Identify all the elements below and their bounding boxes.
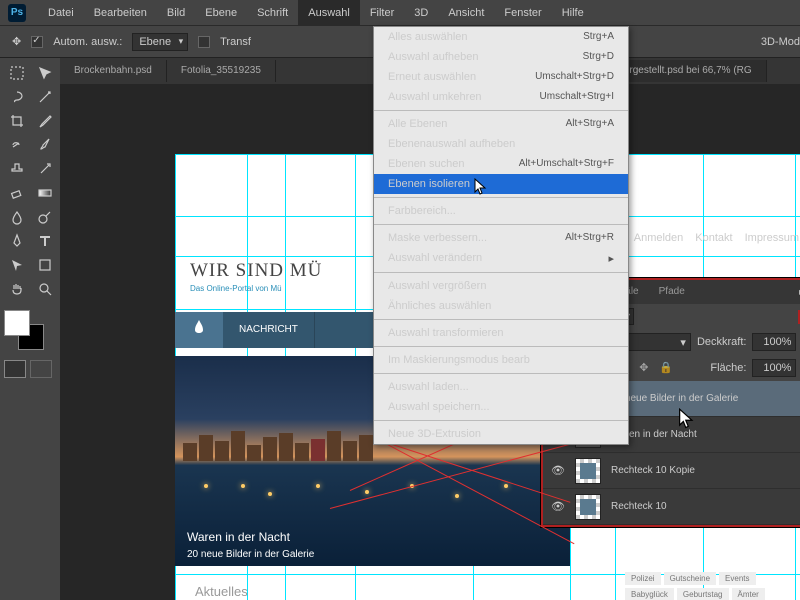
opacity-label: Deckkraft: bbox=[697, 336, 747, 348]
menu-filter[interactable]: Filter bbox=[360, 0, 404, 26]
menu-item[interactable]: Auswahl aufhebenStrg+D bbox=[374, 47, 628, 67]
fill-label: Fläche: bbox=[710, 362, 746, 374]
menu-ansicht[interactable]: Ansicht bbox=[438, 0, 494, 26]
zoom-tool-icon[interactable] bbox=[32, 278, 58, 300]
healing-tool-icon[interactable] bbox=[4, 134, 30, 156]
section-heading: Aktuelles bbox=[195, 584, 248, 599]
top-nav: AnmeldenKontaktImpressum bbox=[628, 232, 800, 244]
menu-3d[interactable]: 3D bbox=[404, 0, 438, 26]
auto-select-label: Autom. ausw.: bbox=[53, 36, 122, 48]
brush-tool-icon[interactable] bbox=[32, 134, 58, 156]
menu-bild[interactable]: Bild bbox=[157, 0, 195, 26]
menu-fenster[interactable]: Fenster bbox=[494, 0, 551, 26]
layer-row[interactable]: 👁 Rechteck 10 bbox=[543, 489, 800, 525]
opacity-value[interactable]: 100% bbox=[752, 333, 796, 351]
menubar: Ps Datei Bearbeiten Bild Ebene Schrift A… bbox=[0, 0, 800, 26]
menu-item[interactable]: Ähnliches auswählen bbox=[374, 296, 628, 316]
tag: Gutscheine bbox=[664, 572, 716, 585]
auto-select-checkbox[interactable] bbox=[31, 36, 43, 48]
menu-item[interactable]: Auswahl speichern... bbox=[374, 397, 628, 417]
layer-row[interactable]: 👁 Rechteck 10 Kopie bbox=[543, 453, 800, 489]
menu-item[interactable]: Im Maskierungsmodus bearb bbox=[374, 350, 628, 370]
fill-value[interactable]: 100% bbox=[752, 359, 796, 377]
menu-ebene[interactable]: Ebene bbox=[195, 0, 247, 26]
cursor-icon bbox=[678, 408, 696, 433]
menu-item[interactable]: Ebenen suchenAlt+Umschalt+Strg+F bbox=[374, 154, 628, 174]
menu-item[interactable]: Alle EbenenAlt+Strg+A bbox=[374, 114, 628, 134]
tag: Polizei bbox=[625, 572, 661, 585]
visibility-icon[interactable]: 👁 bbox=[551, 464, 565, 477]
shape-tool-icon[interactable] bbox=[32, 254, 58, 276]
auswahl-dropdown: Alles auswählenStrg+AAuswahl aufhebenStr… bbox=[373, 26, 629, 445]
menu-datei[interactable]: Datei bbox=[38, 0, 84, 26]
nav-logo-icon bbox=[175, 312, 223, 348]
doc-tab-2[interactable]: Fotolia_35519235 bbox=[167, 60, 276, 82]
hero-caption-1: Waren in der Nacht bbox=[187, 530, 290, 544]
gradient-tool-icon[interactable] bbox=[32, 182, 58, 204]
panel-menu-icon[interactable]: ▸≡ bbox=[793, 287, 800, 298]
auto-select-mode[interactable]: Ebene bbox=[132, 33, 188, 51]
menu-item[interactable]: Auswahl verändern bbox=[374, 248, 628, 269]
mode-3d-label: 3D-Mod bbox=[761, 36, 800, 48]
tag: Geburtstag bbox=[677, 588, 729, 600]
move-tool-icon[interactable] bbox=[32, 62, 58, 84]
doc-tab-1[interactable]: Brockenbahn.psd bbox=[60, 60, 167, 82]
menu-item[interactable]: Ebenen isolieren bbox=[374, 174, 628, 194]
menu-item[interactable]: Neue 3D-Extrusion bbox=[374, 424, 628, 444]
tab-pfade[interactable]: Pfade bbox=[649, 280, 695, 304]
lasso-tool-icon[interactable] bbox=[4, 86, 30, 108]
tag: Events bbox=[719, 572, 755, 585]
toolbar bbox=[0, 58, 60, 600]
hero-caption-2: 20 neue Bilder in der Galerie bbox=[187, 549, 314, 560]
layer-thumb bbox=[575, 458, 601, 484]
menu-item[interactable]: Maske verbessern...Alt+Strg+R bbox=[374, 228, 628, 248]
menu-schrift[interactable]: Schrift bbox=[247, 0, 298, 26]
menu-item[interactable]: Erneut auswählenUmschalt+Strg+D bbox=[374, 67, 628, 87]
app-logo: Ps bbox=[8, 4, 26, 22]
tag: Babyglück bbox=[625, 588, 674, 600]
menu-item[interactable]: Auswahl vergrößern bbox=[374, 276, 628, 296]
stamp-tool-icon[interactable] bbox=[4, 158, 30, 180]
menu-item[interactable]: Ebenenauswahl aufheben bbox=[374, 134, 628, 154]
eyedropper-tool-icon[interactable] bbox=[32, 110, 58, 132]
tag-cloud: Polizei Gutscheine Events Babyglück Gebu… bbox=[625, 572, 800, 600]
layer-name: Rechteck 10 Kopie bbox=[611, 465, 695, 476]
transform-label: Transf bbox=[220, 36, 251, 48]
menu-item[interactable]: Auswahl laden... bbox=[374, 377, 628, 397]
color-swatches[interactable] bbox=[4, 310, 44, 350]
transform-checkbox[interactable] bbox=[198, 36, 210, 48]
tagline: Das Online-Portal von Mü bbox=[190, 284, 282, 293]
marquee-tool-icon[interactable] bbox=[4, 62, 30, 84]
menu-bearbeiten[interactable]: Bearbeiten bbox=[84, 0, 157, 26]
quickmask-toggle[interactable] bbox=[4, 360, 58, 378]
layer-thumb bbox=[575, 494, 601, 520]
hand-tool-icon[interactable] bbox=[4, 278, 30, 300]
menu-item[interactable]: Farbbereich... bbox=[374, 201, 628, 221]
eraser-tool-icon[interactable] bbox=[4, 182, 30, 204]
tag: Ämter bbox=[732, 588, 765, 600]
visibility-icon[interactable]: 👁 bbox=[551, 500, 565, 513]
dodge-tool-icon[interactable] bbox=[32, 206, 58, 228]
crop-tool-icon[interactable] bbox=[4, 110, 30, 132]
headline: WIR SIND MÜ bbox=[190, 260, 322, 282]
layer-name: 20 neue Bilder in der Galerie bbox=[611, 393, 738, 404]
wand-tool-icon[interactable] bbox=[32, 86, 58, 108]
menu-item[interactable]: Auswahl transformieren bbox=[374, 323, 628, 343]
blur-tool-icon[interactable] bbox=[4, 206, 30, 228]
path-select-icon[interactable] bbox=[4, 254, 30, 276]
move-tool-icon: ✥ bbox=[12, 35, 21, 48]
menu-auswahl[interactable]: Auswahl bbox=[298, 0, 360, 26]
menu-hilfe[interactable]: Hilfe bbox=[552, 0, 594, 26]
menu-item[interactable]: Alles auswählenStrg+A bbox=[374, 27, 628, 47]
menu-item[interactable]: Auswahl umkehrenUmschalt+Strg+I bbox=[374, 87, 628, 107]
history-brush-icon[interactable] bbox=[32, 158, 58, 180]
nav-item-1: NACHRICHT bbox=[223, 312, 315, 348]
layer-name: Rechteck 10 bbox=[611, 501, 667, 512]
text-tool-icon[interactable] bbox=[32, 230, 58, 252]
pen-tool-icon[interactable] bbox=[4, 230, 30, 252]
